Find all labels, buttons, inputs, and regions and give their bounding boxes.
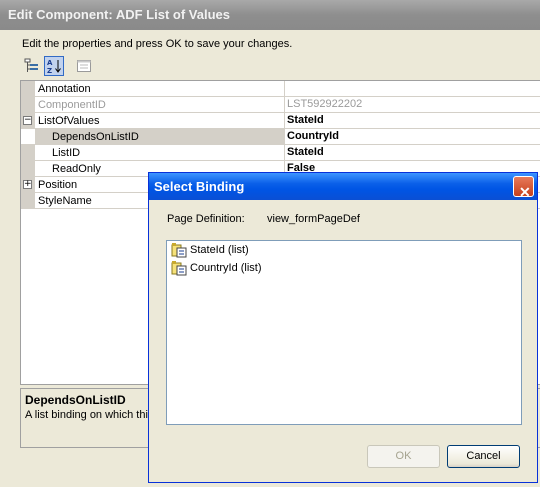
binding-label: StateId (list) bbox=[190, 244, 249, 256]
property-value: LST592922202 bbox=[284, 97, 540, 113]
property-name: Annotation bbox=[38, 83, 91, 95]
svg-text:Z: Z bbox=[47, 67, 52, 74]
collapse-icon[interactable]: − bbox=[23, 116, 32, 125]
ok-button[interactable]: OK bbox=[367, 445, 440, 468]
categorized-icon bbox=[24, 58, 38, 72]
property-value[interactable]: CountryId bbox=[284, 129, 540, 145]
property-row-listofvalues[interactable]: − ListOfValues StateId bbox=[21, 113, 540, 129]
dialog-title: Edit Component: ADF List of Values bbox=[8, 7, 230, 22]
description-text: A list binding on which this bbox=[25, 409, 154, 421]
property-row-listid[interactable]: ListID StateId bbox=[21, 145, 540, 161]
categorized-view-button[interactable] bbox=[22, 56, 42, 76]
property-name: DependsOnListID bbox=[52, 131, 139, 143]
dialog-title-bar: Select Binding ✕ bbox=[149, 173, 537, 200]
expand-icon[interactable]: + bbox=[23, 180, 32, 189]
sort-az-icon: A Z bbox=[47, 59, 61, 74]
property-pages-button[interactable] bbox=[74, 56, 94, 76]
list-item[interactable]: CountryId (list) bbox=[171, 260, 262, 276]
property-name: ListOfValues bbox=[38, 115, 100, 127]
list-item[interactable]: StateId (list) bbox=[171, 242, 249, 258]
close-button[interactable]: ✕ bbox=[513, 176, 534, 200]
page-definition-label: Page Definition: bbox=[167, 213, 245, 225]
svg-text:A: A bbox=[47, 59, 53, 67]
alphabetical-sort-button[interactable]: A Z bbox=[44, 56, 64, 76]
page-definition-value: view_formPageDef bbox=[267, 213, 360, 225]
property-value[interactable]: StateId bbox=[284, 113, 540, 129]
property-row-componentid[interactable]: ComponentID LST592922202 bbox=[21, 97, 540, 113]
property-name: ComponentID bbox=[38, 99, 106, 111]
dialog-title-bar: Edit Component: ADF List of Values bbox=[0, 0, 540, 30]
property-row-dependsonlistid[interactable]: DependsOnListID CountryId bbox=[21, 129, 540, 145]
instructions-text: Edit the properties and press OK to save… bbox=[22, 38, 293, 50]
description-title: DependsOnListID bbox=[25, 393, 126, 407]
binding-list[interactable]: StateId (list) CountryId (list) bbox=[166, 240, 522, 425]
dialog-title: Select Binding bbox=[154, 179, 245, 194]
property-name: ListID bbox=[52, 147, 81, 159]
property-value[interactable] bbox=[284, 81, 540, 97]
property-row-annotation[interactable]: Annotation bbox=[21, 81, 540, 97]
binding-label: CountryId (list) bbox=[190, 262, 262, 274]
select-binding-dialog: Select Binding ✕ Page Definition: view_f… bbox=[148, 172, 538, 483]
close-icon: ✕ bbox=[519, 184, 531, 200]
property-value[interactable]: StateId bbox=[284, 145, 540, 161]
list-binding-icon bbox=[171, 243, 187, 258]
property-toolbar: A Z bbox=[22, 56, 102, 78]
cancel-button[interactable]: Cancel bbox=[447, 445, 520, 468]
property-pages-icon bbox=[77, 60, 91, 72]
list-binding-icon bbox=[171, 261, 187, 276]
